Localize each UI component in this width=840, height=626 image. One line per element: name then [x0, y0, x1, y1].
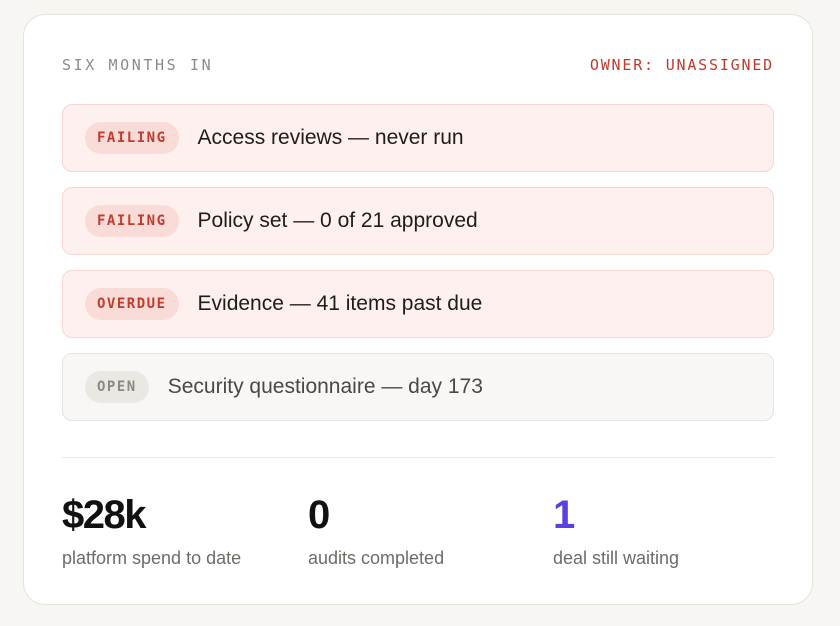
status-badge: FAILING [85, 122, 179, 154]
status-list: FAILING Access reviews — never run FAILI… [62, 104, 774, 436]
status-badge: OPEN [85, 371, 149, 403]
stat-value: 0 [308, 493, 330, 537]
stat-label: audits completed [308, 548, 445, 568]
list-item-security-questionnaire: OPEN Security questionnaire — day 173 [62, 353, 774, 421]
list-item-access-reviews: FAILING Access reviews — never run [62, 104, 774, 172]
item-label: Policy set — 0 of 21 approved [197, 209, 478, 232]
stat-label: deal still waiting [553, 548, 680, 568]
card-header: SIX MONTHS IN OWNER: UNASSIGNED [62, 55, 774, 75]
status-badge: OVERDUE [85, 288, 179, 320]
list-item-evidence: OVERDUE Evidence — 41 items past due [62, 270, 774, 338]
item-label: Evidence — 41 items past due [197, 292, 483, 315]
list-item-policy-set: FAILING Policy set — 0 of 21 approved [62, 187, 774, 255]
owner-status: OWNER: UNASSIGNED [589, 56, 774, 74]
section-divider [62, 457, 774, 458]
stat-audits-completed: 0 audits completed [308, 493, 444, 569]
stat-deals-waiting: 1 deal still waiting [553, 493, 679, 569]
item-label: Access reviews — never run [197, 126, 464, 149]
stat-platform-spend: $28k platform spend to date [62, 493, 241, 569]
stat-value: 1 [553, 493, 575, 537]
card-title: SIX MONTHS IN [62, 56, 214, 74]
status-card: SIX MONTHS IN OWNER: UNASSIGNED FAILING … [23, 14, 813, 605]
item-label: Security questionnaire — day 173 [167, 375, 483, 398]
stat-value: $28k [62, 493, 146, 537]
status-badge: FAILING [85, 205, 179, 237]
stat-label: platform spend to date [62, 548, 242, 568]
